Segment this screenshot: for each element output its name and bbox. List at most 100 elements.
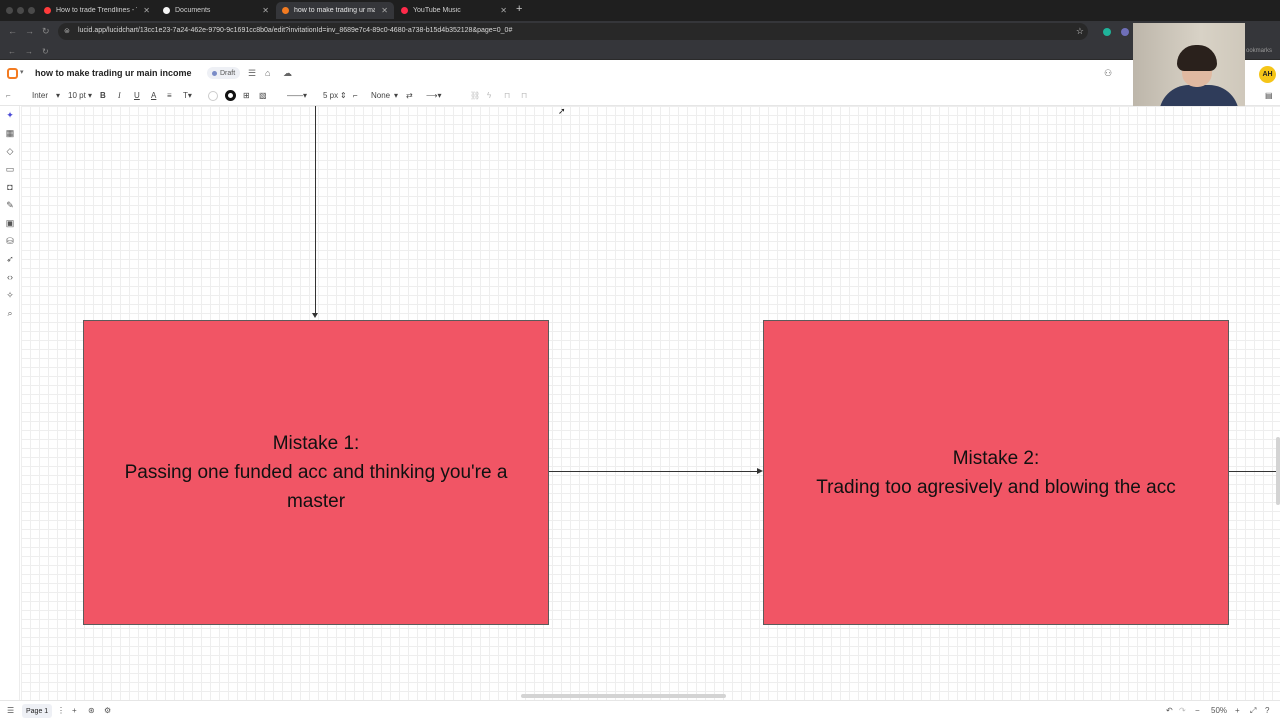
window-close-dot[interactable] [6, 7, 13, 14]
lightning-icon[interactable]: ϟ [487, 91, 491, 100]
italic-button[interactable]: I [118, 91, 121, 100]
text-options-icon[interactable]: T▾ [183, 91, 192, 100]
sparkle-icon[interactable]: ✦ [4, 110, 16, 121]
vertical-scrollbar[interactable] [1276, 437, 1280, 505]
browser-tab-documents[interactable]: Documents ✕ [157, 2, 275, 19]
line-width-select[interactable]: 5 px [323, 91, 338, 100]
image-fill-icon[interactable]: ▧ [259, 91, 267, 100]
browser-tab-bar: How to trade Trendlines - You ✕ Document… [0, 0, 1280, 21]
pen-icon[interactable]: ✎ [4, 200, 16, 211]
connector-line[interactable] [549, 471, 758, 472]
close-tab-icon[interactable]: ✕ [381, 6, 388, 15]
templates-icon[interactable]: ▦ [4, 128, 16, 139]
browser-tab-youtube[interactable]: How to trade Trendlines - You ✕ [38, 2, 156, 19]
horizontal-scrollbar[interactable] [521, 694, 726, 698]
extension-icon[interactable] [1103, 28, 1111, 36]
new-tab-button[interactable]: + [516, 3, 522, 15]
cloud-saved-icon[interactable]: ☁ [283, 68, 292, 79]
search-icon[interactable]: ⌕ [4, 308, 16, 319]
youtube-favicon-icon [44, 7, 51, 14]
font-select[interactable]: Inter [32, 91, 48, 100]
redo-icon[interactable]: ↷ [1179, 706, 1186, 715]
stroke-color-button[interactable] [225, 90, 236, 101]
underline-button[interactable]: U [134, 91, 140, 100]
sticky-note-icon[interactable]: ◘ [4, 182, 16, 192]
document-title[interactable]: how to make trading ur main income [35, 68, 192, 78]
close-tab-icon[interactable]: ✕ [500, 6, 507, 15]
window-minimize-dot[interactable] [17, 7, 24, 14]
chevron-down-icon[interactable]: ▾ [394, 91, 398, 100]
zoom-out-icon[interactable]: − [1195, 706, 1200, 715]
align-icon[interactable]: ≡ [167, 91, 172, 100]
extension-icon[interactable] [1121, 28, 1129, 36]
back-arrow-icon[interactable]: ← [8, 26, 17, 36]
line-style-select[interactable]: ――▾ [287, 91, 307, 100]
page-tab[interactable]: Page 1 [22, 704, 53, 718]
fit-to-screen-icon[interactable]: ⤢ [1250, 706, 1256, 716]
avatar-initials: AH [1262, 71, 1273, 78]
font-size-select[interactable]: 10 pt [68, 91, 86, 100]
collaborators-icon[interactable]: ⚇ [1104, 68, 1112, 79]
browser-tab-lucid-doc[interactable]: how to make trading ur main ✕ [276, 2, 394, 19]
close-tab-icon[interactable]: ✕ [262, 6, 269, 15]
connector-line[interactable] [315, 106, 316, 315]
reload-icon[interactable]: ↻ [42, 47, 49, 56]
panel-toggle-icon[interactable]: ▤ [1265, 91, 1273, 100]
help-icon[interactable]: ? [1265, 706, 1269, 715]
close-tab-icon[interactable]: ✕ [143, 6, 150, 15]
zoom-level[interactable]: 50% [1211, 706, 1227, 715]
frame-icon[interactable]: ▭ [4, 164, 16, 175]
avatar[interactable]: AH [1259, 66, 1276, 83]
line-shape-icon[interactable]: ⌐ [353, 91, 358, 100]
endpoint-select[interactable]: None [371, 91, 390, 100]
window-zoom-dot[interactable] [28, 7, 35, 14]
site-info-icon[interactable]: ⊜ [64, 27, 70, 35]
mistake-1-shape[interactable]: Mistake 1: Passing one funded acc and th… [83, 320, 549, 625]
shapes-icon[interactable]: ◇ [4, 146, 16, 157]
url-field[interactable]: ⊜ lucid.app/lucidchart/13cc1e23-7a24-462… [58, 23, 1088, 40]
connector-arrowhead [312, 313, 318, 318]
plugin-icon[interactable]: ✧ [4, 290, 16, 301]
link-icon[interactable]: ⛓ [470, 91, 480, 100]
tab-title: YouTube Music [413, 7, 461, 14]
lucid-favicon-icon [163, 7, 170, 14]
browser-tab-youtube-music[interactable]: YouTube Music ✕ [395, 2, 513, 19]
stepper-icon[interactable]: ⇕ [340, 91, 347, 100]
add-page-icon[interactable]: + [72, 706, 77, 715]
mistake-2-shape[interactable]: Mistake 2: Trading too agresively and bl… [763, 320, 1229, 625]
zoom-in-icon[interactable]: + [1235, 706, 1240, 715]
table-icon[interactable]: ⊞ [243, 91, 250, 100]
code-icon[interactable]: ‹› [4, 272, 16, 282]
menu-icon[interactable]: ☰ [248, 68, 256, 79]
page-options-icon[interactable]: ⋮ [57, 706, 65, 715]
bookmark-star-icon[interactable]: ☆ [1076, 26, 1084, 37]
forward-arrow-icon[interactable]: → [25, 47, 33, 56]
shapes-library-icon[interactable]: ⌂ [265, 68, 270, 78]
format-painter-icon[interactable]: ⌐ [6, 91, 11, 100]
pages-menu-icon[interactable]: ☰ [7, 706, 14, 715]
chevron-down-icon[interactable]: ▾ [56, 91, 60, 100]
bold-button[interactable]: B [100, 91, 106, 100]
back-arrow-icon[interactable]: ← [8, 47, 16, 56]
swap-arrows-icon[interactable]: ⇄ [406, 91, 413, 100]
page-settings-icon[interactable]: ⚙ [104, 706, 111, 715]
forward-arrow-icon[interactable]: → [25, 26, 34, 36]
fill-color-button[interactable] [208, 91, 218, 101]
tab-title: How to trade Trendlines - You [56, 7, 137, 14]
undo-icon[interactable]: ↶ [1166, 706, 1173, 715]
lock-icon[interactable]: ⊓ [504, 91, 510, 100]
data-icon[interactable]: ⛁ [4, 236, 16, 247]
lock-icon[interactable]: ⊓ [521, 91, 527, 100]
layers-icon[interactable]: ⊛ [88, 706, 95, 715]
image-icon[interactable]: ▣ [4, 218, 16, 229]
rocket-icon[interactable]: ➶ [4, 254, 16, 265]
arrow-end-select[interactable]: ⟶▾ [426, 91, 441, 100]
chevron-down-icon[interactable]: ▾ [20, 68, 24, 76]
text-color-button[interactable]: A [151, 91, 156, 100]
reload-icon[interactable]: ↻ [42, 26, 50, 37]
lucid-logo-icon[interactable] [7, 68, 18, 79]
chevron-down-icon[interactable]: ▾ [88, 91, 92, 100]
all-bookmarks-label[interactable]: ookmarks [1246, 48, 1272, 54]
connector-line[interactable] [1229, 471, 1280, 472]
draft-status-badge[interactable]: Draft [207, 67, 241, 79]
